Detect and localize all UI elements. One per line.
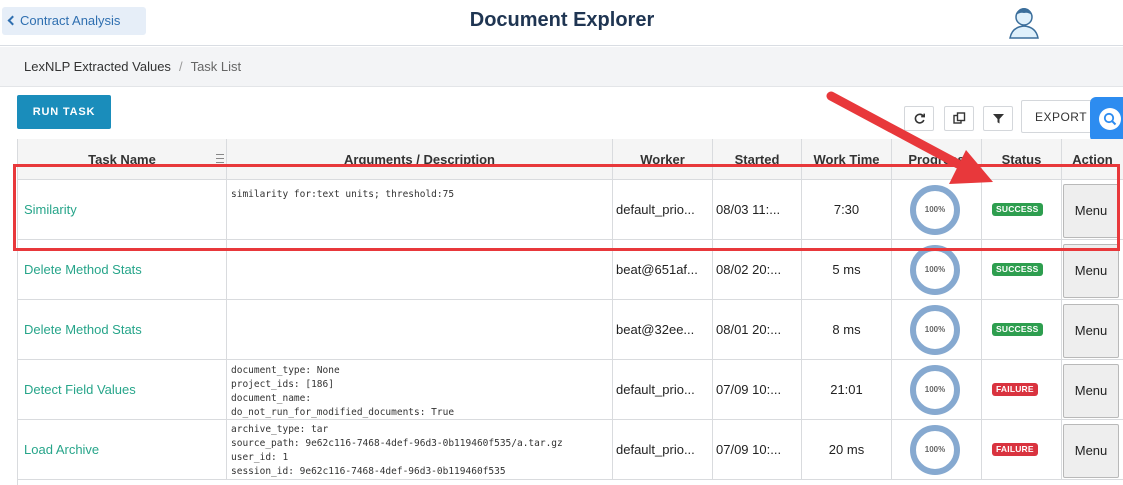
task-work-time: 7:30 xyxy=(833,202,860,217)
task-worker: beat@651af... xyxy=(616,262,698,277)
breadcrumb: LexNLP Extracted Values / Task List xyxy=(24,47,241,87)
progress-ring: 100% xyxy=(910,185,960,235)
breadcrumb-bar: LexNLP Extracted Values / Task List xyxy=(0,47,1123,87)
column-header-status[interactable]: Status xyxy=(982,139,1062,180)
back-button-label: Contract Analysis xyxy=(20,13,121,28)
task-work-time: 20 ms xyxy=(828,442,865,457)
task-worker: default_prio... xyxy=(616,202,695,217)
task-started: 08/03 11:... xyxy=(716,202,781,217)
column-header-worker[interactable]: Worker xyxy=(613,139,713,180)
column-header-label: Task Name xyxy=(88,152,156,167)
column-header-arguments[interactable]: Arguments / Description xyxy=(227,139,613,180)
task-arguments: document_type: None project_ids: [186] d… xyxy=(231,365,455,418)
task-started: 08/02 20:... xyxy=(716,262,782,277)
column-header-action[interactable]: Action xyxy=(1062,139,1123,180)
task-work-time: 8 ms xyxy=(832,322,861,337)
row-menu-button[interactable]: Menu xyxy=(1063,184,1119,238)
table-row: Detect Field Values document_type: None … xyxy=(18,360,1123,420)
task-worker: default_prio... xyxy=(616,382,695,397)
refresh-icon xyxy=(914,113,925,124)
column-header-work-time[interactable]: Work Time xyxy=(802,139,892,180)
status-badge: FAILURE xyxy=(992,443,1038,456)
row-menu-button[interactable]: Menu xyxy=(1063,364,1119,418)
task-started: 08/01 20:... xyxy=(716,322,782,337)
table-row: Load Archive archive_type: tar source_pa… xyxy=(18,420,1123,480)
task-arguments: archive_type: tar source_path: 9e62c116-… xyxy=(231,424,563,477)
status-badge: SUCCESS xyxy=(992,323,1043,336)
filter-icon xyxy=(993,114,1004,124)
page-title: Document Explorer xyxy=(469,9,655,31)
copy-icon xyxy=(953,112,966,124)
user-avatar-icon[interactable] xyxy=(1008,5,1040,39)
task-work-time: 5 ms xyxy=(832,262,861,277)
status-badge: FAILURE xyxy=(992,383,1038,396)
progress-label: 100% xyxy=(924,445,946,454)
status-badge: SUCCESS xyxy=(992,263,1043,276)
filter-button[interactable] xyxy=(983,106,1013,131)
task-name-link[interactable]: Delete Method Stats xyxy=(24,240,142,300)
column-resize-icon[interactable] xyxy=(216,154,224,163)
breadcrumb-separator: / xyxy=(178,59,183,74)
app-window: Contract Analysis Document Explorer LexN… xyxy=(0,0,1123,485)
progress-label: 100% xyxy=(924,325,946,334)
table-header: Task Name Arguments / Description Worker… xyxy=(18,139,1123,180)
export-button[interactable]: EXPORT xyxy=(1021,100,1101,133)
task-name-link[interactable]: Delete Method Stats xyxy=(24,300,142,360)
row-menu-button[interactable]: Menu xyxy=(1063,244,1119,298)
status-badge: SUCCESS xyxy=(992,203,1043,216)
floating-search-button[interactable] xyxy=(1090,97,1123,142)
breadcrumb-parent-link[interactable]: LexNLP Extracted Values xyxy=(24,59,171,74)
search-icon xyxy=(1103,112,1117,126)
progress-ring: 100% xyxy=(910,245,960,295)
progress-label: 100% xyxy=(924,385,946,394)
task-table: Task Name Arguments / Description Worker… xyxy=(17,139,1123,485)
column-header-task-name[interactable]: Task Name xyxy=(18,139,227,180)
task-name-link[interactable]: Similarity xyxy=(24,180,77,240)
task-work-time: 21:01 xyxy=(830,382,863,397)
progress-label: 100% xyxy=(924,205,946,214)
table-row: Delete Method Stats beat@651af... 08/02 … xyxy=(18,240,1123,300)
task-name-link[interactable]: Load Archive xyxy=(24,420,99,480)
task-started: 07/09 10:... xyxy=(716,442,782,457)
breadcrumb-current: Task List xyxy=(190,59,242,74)
progress-label: 100% xyxy=(924,265,946,274)
column-header-started[interactable]: Started xyxy=(713,139,802,180)
task-arguments: similarity for:text units; threshold:75 xyxy=(231,189,455,200)
task-worker: beat@32ee... xyxy=(616,322,695,337)
run-task-button[interactable]: RUN TASK xyxy=(17,95,111,129)
table-row: Similarity similarity for:text units; th… xyxy=(18,180,1123,240)
progress-ring: 100% xyxy=(910,305,960,355)
refresh-button[interactable] xyxy=(904,106,934,131)
progress-ring: 100% xyxy=(910,365,960,415)
progress-ring: 100% xyxy=(910,425,960,475)
task-started: 07/09 10:... xyxy=(716,382,782,397)
row-menu-button[interactable]: Menu xyxy=(1063,424,1119,478)
task-worker: default_prio... xyxy=(616,442,695,457)
table-row: Delete Method Stats beat@32ee... 08/01 2… xyxy=(18,300,1123,360)
row-menu-button[interactable]: Menu xyxy=(1063,304,1119,358)
chevron-left-icon xyxy=(7,15,18,26)
column-header-progress[interactable]: Progress xyxy=(892,139,982,180)
top-bar: Contract Analysis Document Explorer xyxy=(0,0,1123,46)
copy-button[interactable] xyxy=(944,106,974,131)
task-name-link[interactable]: Detect Field Values xyxy=(24,360,136,420)
